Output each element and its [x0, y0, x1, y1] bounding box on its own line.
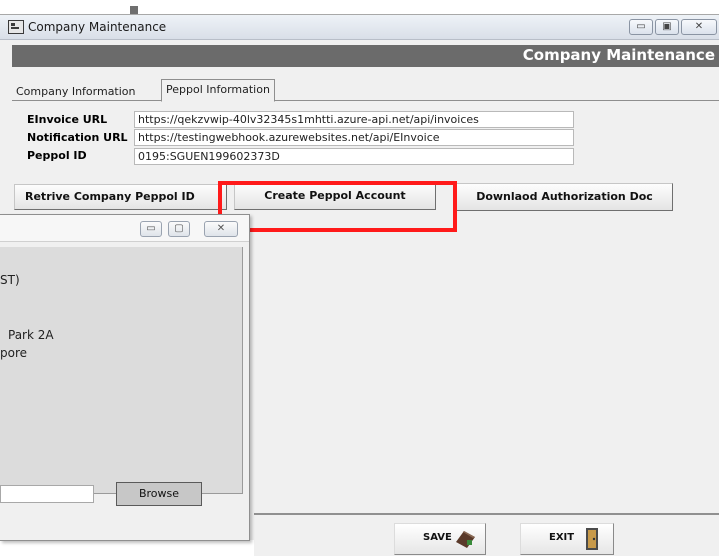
- einvoice-url-field[interactable]: https://qekzvwip-40lv32345s1mhtti.azure-…: [134, 111, 574, 128]
- footer-panel: SAVE EXIT: [254, 513, 719, 556]
- peppol-id-field[interactable]: 0195:SGUEN199602373D: [134, 148, 574, 165]
- child-text-line-3: pore: [0, 346, 28, 360]
- minimize-icon[interactable]: ▭: [629, 19, 653, 35]
- maximize-icon[interactable]: ▣: [655, 19, 679, 35]
- exit-door-icon: [586, 528, 598, 550]
- form-header-title: Company Maintenance: [522, 46, 715, 64]
- tab-company-information[interactable]: Company Information: [12, 83, 140, 100]
- save-icon: [456, 531, 475, 548]
- child-maximize-icon[interactable]: ▢: [168, 221, 190, 237]
- notification-url-label: Notification URL: [27, 131, 128, 144]
- file-path-input[interactable]: [0, 485, 94, 503]
- red-highlight-annotation: [218, 181, 457, 232]
- tab-peppol-information[interactable]: Peppol Information: [161, 79, 275, 102]
- notification-url-field[interactable]: https://testingwebhook.azurewebsites.net…: [134, 129, 574, 146]
- browse-button[interactable]: Browse: [116, 482, 202, 506]
- child-title-bar: ▭ ▢ ✕: [0, 215, 249, 242]
- child-content: ST) Park 2A pore Browse: [0, 247, 243, 506]
- app-window-icon: [8, 20, 24, 34]
- save-button[interactable]: SAVE: [394, 523, 486, 555]
- child-text-line-1: ST): [0, 273, 20, 287]
- exit-label: EXIT: [549, 532, 575, 543]
- tab-strip: Company Information Peppol Information: [12, 77, 719, 102]
- einvoice-url-label: EInvoice URL: [27, 113, 108, 126]
- background-window-edge: [130, 6, 138, 14]
- peppol-id-label: Peppol ID: [27, 149, 87, 162]
- child-close-icon[interactable]: ✕: [204, 221, 238, 237]
- overlapping-child-window: ▭ ▢ ✕ ST) Park 2A pore Browse: [0, 214, 250, 541]
- title-bar: Company Maintenance ▭ ▣ ✕: [0, 15, 719, 40]
- close-icon[interactable]: ✕: [681, 19, 717, 35]
- form-header-bar: Company Maintenance: [12, 45, 719, 67]
- child-minimize-icon[interactable]: ▭: [140, 221, 162, 237]
- exit-button[interactable]: EXIT: [520, 523, 614, 555]
- child-text-line-2: Park 2A: [8, 328, 54, 342]
- window-title: Company Maintenance: [28, 20, 167, 34]
- download-authorization-doc-button[interactable]: Downlaod Authorization Doc: [456, 183, 673, 211]
- retrieve-peppol-id-button[interactable]: Retrive Company Peppol ID: [14, 184, 227, 210]
- save-label: SAVE: [423, 532, 452, 543]
